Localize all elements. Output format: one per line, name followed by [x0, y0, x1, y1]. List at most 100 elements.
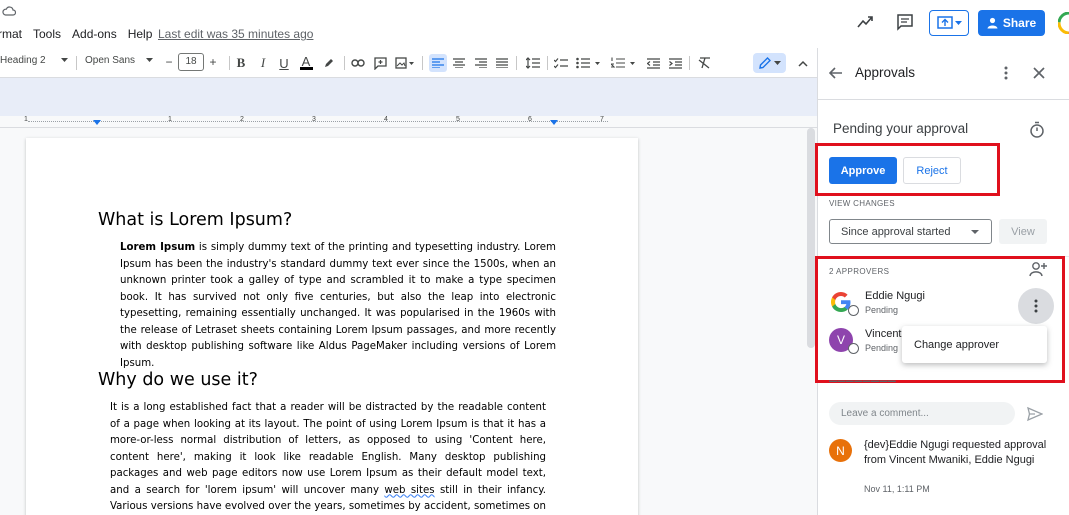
menu-format[interactable]: rmat	[0, 27, 22, 41]
toolbar-divider	[547, 56, 548, 70]
comment-input[interactable]: Leave a comment...	[829, 402, 1015, 425]
right-indent-marker[interactable]	[550, 120, 558, 125]
chevron-down-icon	[146, 58, 153, 62]
justify-icon[interactable]	[493, 54, 511, 72]
bulleted-list-icon[interactable]	[575, 54, 603, 72]
approval-activity-label: ▬▬▬▬▬▬▬▬	[829, 377, 897, 382]
present-button[interactable]	[929, 10, 969, 36]
approvals-panel: Approvals Pending your approval Approve …	[815, 48, 1069, 515]
decrease-indent-icon[interactable]	[644, 54, 662, 72]
ruler-number: 5	[456, 116, 460, 123]
document-page[interactable]: What is Lorem Ipsum? Lorem Ipsum is simp…	[26, 138, 638, 515]
heading-why-use: Why do we use it?	[98, 370, 258, 390]
format-toolbar: Heading 2 Open Sans − 18 + B I U A	[0, 48, 817, 78]
comment-history-icon[interactable]	[895, 12, 915, 32]
ruler-number: 7	[600, 116, 604, 123]
last-edit-link[interactable]: Last edit was 35 minutes ago	[158, 27, 313, 41]
activity-timestamp: Nov 11, 1:11 PM	[864, 484, 930, 494]
approver-more-button[interactable]	[1018, 288, 1054, 324]
view-changes-value: Since approval started	[841, 225, 951, 238]
view-changes-select[interactable]: Since approval started	[829, 219, 992, 244]
paragraph-style-select[interactable]: Heading 2	[0, 55, 68, 66]
add-approver-icon[interactable]	[1029, 261, 1047, 277]
ruler-number: 2	[240, 116, 244, 123]
toolbar-divider	[516, 56, 517, 70]
approver-status: Pending	[865, 343, 899, 353]
change-approver-menu-item[interactable]: Change approver	[902, 326, 1047, 363]
scrollbar-thumb[interactable]	[807, 128, 815, 348]
send-icon[interactable]	[1027, 406, 1043, 422]
underline-icon[interactable]: U	[275, 54, 293, 72]
font-size-control: − 18 +	[160, 52, 226, 72]
menu-addons[interactable]: Add-ons	[72, 27, 117, 41]
align-center-icon[interactable]	[450, 54, 468, 72]
line-spacing-icon[interactable]	[524, 54, 542, 72]
view-changes-label: VIEW CHANGES	[829, 199, 895, 208]
bold-icon[interactable]: B	[232, 54, 250, 72]
header-strip	[0, 78, 817, 116]
paragraph-style-value: Heading 2	[0, 55, 46, 66]
numbered-list-icon[interactable]	[610, 54, 638, 72]
pencil-icon	[758, 57, 771, 69]
spellcheck-word[interactable]: web sites	[384, 485, 434, 496]
document-scrollbar[interactable]	[807, 128, 815, 515]
align-left-icon[interactable]	[429, 54, 447, 72]
add-comment-icon[interactable]	[371, 54, 389, 72]
approver-name: Eddie Ngugi	[865, 290, 925, 302]
ruler-number: 4	[384, 116, 388, 123]
panel-header: Approvals	[818, 48, 1069, 100]
ruler-ticks	[28, 121, 608, 122]
menu-tools[interactable]: Tools	[33, 27, 61, 41]
paragraph-text: is simply dummy text of the printing and…	[120, 242, 556, 369]
menu-bar: rmat Tools Add-ons Help Last edit was 35…	[0, 0, 1069, 48]
italic-icon[interactable]: I	[254, 54, 272, 72]
google-account-icon[interactable]	[1058, 12, 1069, 34]
checklist-icon[interactable]	[552, 54, 570, 72]
activity-text: {dev}Eddie Ngugi requested approval from…	[864, 439, 1047, 466]
editing-mode-button[interactable]	[753, 53, 786, 73]
share-button[interactable]: Share	[978, 10, 1045, 36]
approve-button[interactable]: Approve	[829, 157, 897, 184]
toolbar-divider	[229, 56, 230, 70]
present-icon	[936, 16, 953, 29]
chevron-down-icon	[61, 58, 68, 62]
more-options-icon[interactable]	[997, 64, 1015, 82]
text-color-icon[interactable]: A	[297, 54, 315, 72]
back-arrow-icon[interactable]	[827, 64, 845, 82]
lock-person-icon	[987, 17, 998, 29]
highlight-pen-icon[interactable]	[320, 54, 338, 72]
approvers-count-label: 2 APPROVERS	[829, 267, 890, 276]
increase-indent-icon[interactable]	[666, 54, 684, 72]
close-icon[interactable]	[1030, 64, 1048, 82]
paragraph-text: It is a long established fact that a rea…	[110, 402, 546, 496]
activity-trend-icon[interactable]	[856, 12, 876, 32]
panel-title: Approvals	[855, 65, 916, 80]
chevron-down-icon	[773, 60, 781, 65]
toolbar-divider	[689, 56, 690, 70]
timer-icon	[1028, 120, 1046, 138]
menu-help[interactable]: Help	[128, 27, 153, 41]
bold-term: Lorem Ipsum	[120, 242, 196, 253]
chevron-down-icon	[971, 230, 979, 234]
link-icon[interactable]	[349, 54, 367, 72]
align-right-icon[interactable]	[472, 54, 490, 72]
pending-clock-icon	[848, 343, 859, 354]
font-size-decrease-button[interactable]: −	[160, 55, 178, 69]
horizontal-ruler[interactable]: 1 1 2 3 4 5 6 7	[0, 116, 817, 128]
insert-image-icon[interactable]	[393, 54, 417, 72]
ruler-number: 1	[168, 116, 172, 123]
view-button[interactable]: View	[999, 219, 1047, 244]
font-family-select[interactable]: Open Sans	[85, 55, 153, 66]
clear-formatting-icon[interactable]	[695, 54, 713, 72]
document-canvas: What is Lorem Ipsum? Lorem Ipsum is simp…	[0, 128, 817, 515]
chevron-down-icon	[954, 20, 962, 25]
left-indent-marker[interactable]	[93, 120, 101, 125]
menu-items: rmat Tools Add-ons Help	[0, 27, 163, 41]
reject-button[interactable]: Reject	[903, 157, 961, 184]
font-size-input[interactable]: 18	[178, 53, 204, 71]
collapse-toolbar-icon[interactable]	[794, 54, 812, 72]
toolbar-divider	[76, 56, 77, 70]
share-label: Share	[1002, 16, 1037, 30]
font-size-increase-button[interactable]: +	[204, 55, 222, 69]
heading-what-is-lorem: What is Lorem Ipsum?	[98, 210, 293, 230]
